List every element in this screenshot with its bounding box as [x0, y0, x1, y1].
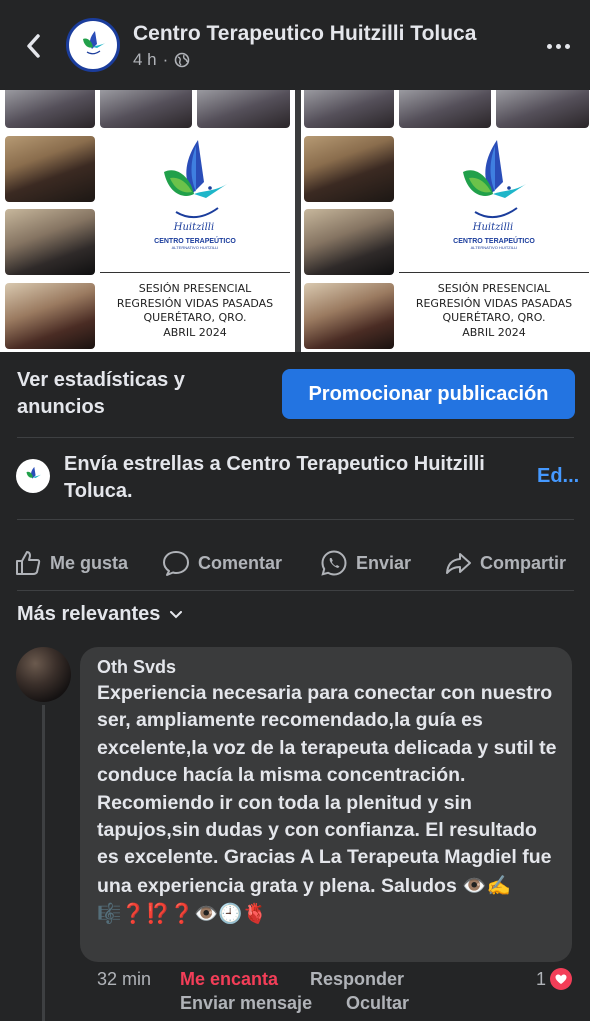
hummingbird-logo-icon — [83, 31, 107, 55]
like-button[interactable]: Me gusta — [14, 540, 128, 586]
commenter-name[interactable]: Oth Svds — [97, 657, 176, 678]
image-panel-right: Huitzilli CENTRO TERAPEÚTICO ALTERNATIVO… — [295, 90, 590, 352]
divider — [399, 272, 589, 273]
sort-label: Más relevantes — [17, 603, 161, 625]
photo-thumbnail — [496, 90, 589, 128]
thread-line — [42, 705, 45, 1021]
image-panel-left: Huitzilli CENTRO TERAPEÚTICO ALTERNATIVO… — [0, 90, 295, 352]
logo-script: Huitzilli — [173, 222, 214, 233]
page-name[interactable]: Centro Terapeutico Huitzilli Toluca — [133, 22, 476, 46]
photo-thumbnail — [304, 90, 394, 128]
hummingbird-logo-icon: Huitzilli — [463, 140, 529, 233]
event-line: ABRIL 2024 — [163, 325, 227, 339]
commenter-avatar[interactable] — [16, 647, 71, 702]
photo-thumbnail — [100, 90, 192, 128]
photo-thumbnail — [304, 136, 394, 202]
share-button[interactable]: Compartir — [444, 540, 566, 586]
whatsapp-icon — [321, 550, 347, 576]
logo-subcaption: ALTERNATIVO HUITZILLI — [171, 245, 219, 250]
divider — [17, 437, 574, 438]
photo-thumbnail — [197, 90, 290, 128]
heart-reaction-icon — [550, 968, 573, 990]
photo-thumbnail — [5, 209, 95, 275]
event-text: SESIÓN PRESENCIAL REGRESIÓN VIDAS PASADA… — [100, 282, 290, 340]
event-line: SESIÓN PRESENCIAL — [437, 282, 551, 295]
center-logo: Huitzilli CENTRO TERAPEÚTICO ALTERNATIVO… — [100, 136, 290, 266]
reply-button[interactable]: Responder — [310, 969, 404, 990]
share-label: Compartir — [480, 552, 567, 573]
reaction-count: 1 — [536, 968, 547, 989]
dot-icon — [564, 43, 570, 49]
hummingbird-logo-icon: Huitzilli — [164, 140, 230, 233]
chevron-down-icon — [170, 610, 183, 618]
thumbs-up-icon — [16, 551, 41, 575]
comment-button[interactable]: Comentar — [162, 540, 282, 586]
logo-script: Huitzilli — [472, 222, 513, 233]
logo-caption: CENTRO TERAPEÚTICO — [453, 238, 535, 245]
post-meta: 4 h · — [133, 50, 190, 70]
chevron-left-icon — [27, 34, 40, 58]
post-image[interactable]: Huitzilli CENTRO TERAPEÚTICO ALTERNATIVO… — [0, 90, 590, 352]
globe-icon — [175, 52, 190, 68]
edit-stars-link[interactable]: Ed... — [537, 465, 579, 488]
event-line: SESIÓN PRESENCIAL — [138, 282, 252, 295]
promote-post-button[interactable]: Promocionar publicación — [282, 369, 575, 419]
dot-icon — [555, 43, 561, 49]
photo-thumbnail — [5, 283, 95, 349]
send-message-button[interactable]: Enviar mensaje — [180, 993, 312, 1014]
send-whatsapp-button[interactable]: Enviar — [320, 540, 411, 586]
event-line: QUERÉTARO, QRO. — [442, 311, 546, 324]
event-line: REGRESIÓN VIDAS PASADAS — [415, 296, 573, 310]
more-options-button[interactable] — [544, 38, 572, 54]
photo-thumbnail — [5, 136, 95, 202]
page-avatar-small — [16, 459, 50, 493]
back-button[interactable] — [18, 28, 48, 64]
event-line: REGRESIÓN VIDAS PASADAS — [116, 296, 274, 310]
send-stars-prompt[interactable]: Envía estrellas a Centro Terapeutico Hui… — [64, 451, 534, 505]
logo-caption: CENTRO TERAPEÚTICO — [154, 238, 236, 245]
page-avatar[interactable] — [66, 18, 120, 72]
center-logo: Huitzilli CENTRO TERAPEÚTICO ALTERNATIVO… — [399, 136, 589, 266]
event-text: SESIÓN PRESENCIAL REGRESIÓN VIDAS PASADA… — [399, 282, 589, 340]
comment-label: Comentar — [198, 552, 283, 573]
logo-subcaption: ALTERNATIVO HUITZILLI — [470, 245, 518, 250]
comment-text: Experiencia necesaria para conectar con … — [97, 680, 559, 929]
love-reaction-button[interactable]: Me encanta — [180, 969, 278, 990]
divider — [17, 519, 574, 520]
divider — [100, 272, 290, 273]
photo-thumbnail — [399, 90, 491, 128]
view-stats-link[interactable]: Ver estadísticas y anuncios — [17, 367, 257, 421]
event-line: ABRIL 2024 — [462, 325, 526, 339]
event-line: QUERÉTARO, QRO. — [143, 311, 247, 324]
share-arrow-icon — [446, 553, 471, 574]
hide-button[interactable]: Ocultar — [346, 993, 409, 1014]
reaction-summary[interactable]: 1 — [536, 968, 573, 990]
post-header: Centro Terapeutico Huitzilli Toluca 4 h … — [0, 0, 590, 90]
comment-sort-selector[interactable]: Más relevantes — [17, 603, 183, 626]
hummingbird-logo-icon — [26, 466, 43, 479]
like-label: Me gusta — [50, 552, 129, 573]
send-label: Enviar — [356, 552, 412, 573]
post-time: 4 h — [133, 50, 157, 69]
divider — [17, 590, 574, 591]
comment-bubble-icon — [163, 551, 189, 576]
photo-thumbnail — [5, 90, 95, 128]
post-actions: Me gusta Comentar Enviar Compartir — [0, 540, 590, 586]
comment-time: 32 min — [97, 969, 152, 989]
photo-thumbnail — [304, 209, 394, 275]
comment-body: Experiencia necesaria para conectar con … — [97, 682, 557, 897]
dot-icon — [546, 43, 552, 49]
photo-thumbnail — [304, 283, 394, 349]
